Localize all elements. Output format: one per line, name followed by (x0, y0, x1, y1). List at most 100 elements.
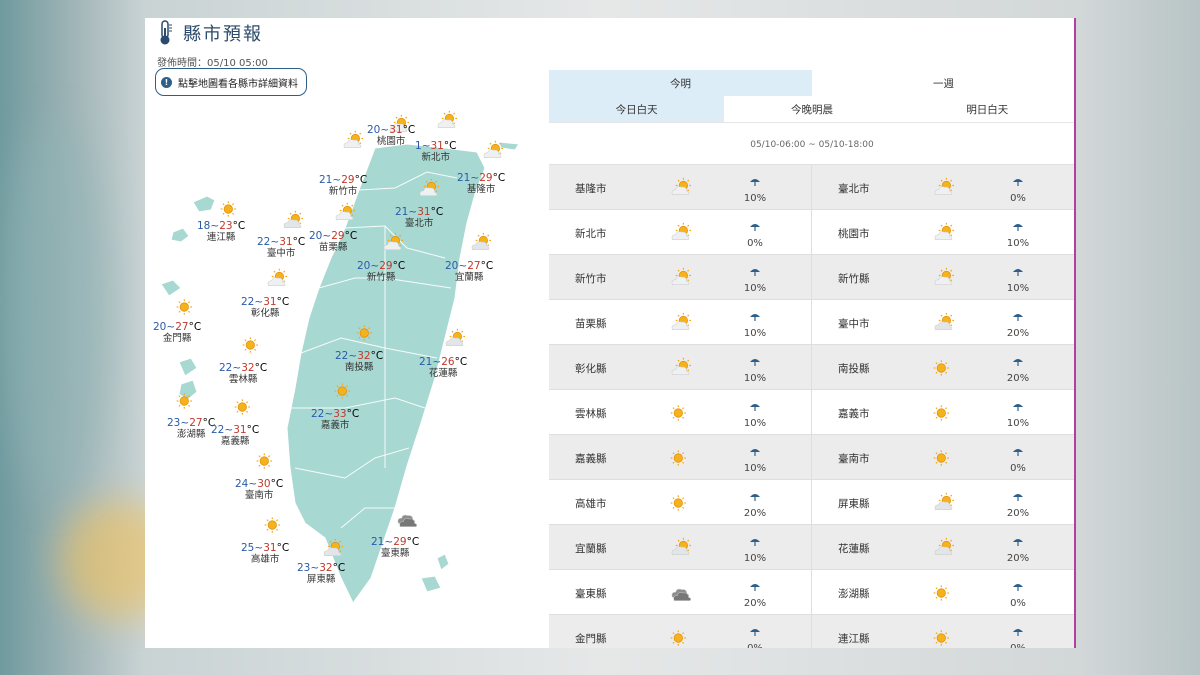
partly-cloudy-icon (932, 267, 954, 293)
tab-today-tomorrow[interactable]: 今明 (549, 70, 812, 96)
temperature-range: 22~31°C (211, 424, 260, 436)
rain-probability: 10% (735, 532, 775, 564)
map-label-1[interactable]: 1~31°C 新北市 (415, 140, 456, 164)
kinmen-islands (160, 279, 182, 297)
rain-probability: 10% (735, 397, 775, 429)
forecast-cell[interactable]: 基隆市 10% (549, 165, 811, 209)
forecast-cell[interactable]: 桃園市 10% (811, 210, 1074, 254)
umbrella-icon (1013, 494, 1023, 501)
umbrella-icon (750, 404, 760, 411)
forecast-cell[interactable]: 臺中市 20% (811, 300, 1074, 344)
city-name: 臺北市 (404, 218, 434, 229)
temperature-range: 25~31°C (241, 542, 290, 554)
forecast-cell[interactable]: 嘉義縣 10% (549, 435, 811, 479)
map-label-17[interactable]: 22~33°C 嘉義市 (311, 408, 359, 432)
forecast-cell[interactable]: 南投縣 20% (811, 345, 1074, 389)
cloudy-icon (669, 582, 691, 608)
forecast-cell[interactable]: 臺南市 0% (811, 435, 1074, 479)
table-row: 基隆市 10% 臺北市 0% (549, 165, 1075, 210)
map-hint-button[interactable]: ! 點擊地圖看各縣市詳細資料 (155, 68, 307, 96)
city-name: 彰化縣 (250, 308, 280, 319)
forecast-cell[interactable]: 新北市 0% (549, 210, 811, 254)
map-label-3[interactable]: 21~29°C 基隆市 (457, 172, 505, 196)
map-label-7[interactable]: 20~29°C 苗栗縣 (309, 230, 357, 254)
umbrella-icon (750, 494, 760, 501)
city-name: 基隆市 (575, 183, 607, 195)
rain-probability: 0% (735, 217, 775, 249)
forecast-cell[interactable]: 高雄市 20% (549, 480, 811, 524)
forecast-cell[interactable]: 雲林縣 10% (549, 390, 811, 434)
thermometer-icon (160, 20, 172, 45)
partly-cloudy-icon (481, 140, 503, 166)
map-label-12[interactable]: 22~32°C 南投縣 (335, 350, 383, 374)
rain-probability: 20% (998, 487, 1038, 519)
map-label-2[interactable]: 21~29°C 新竹市 (319, 174, 367, 198)
forecast-cell[interactable]: 新竹縣 10% (811, 255, 1074, 299)
forecast-cell[interactable]: 金門縣 0% (549, 615, 811, 648)
forecast-cell[interactable]: 臺北市 0% (811, 165, 1074, 209)
sunny-icon (263, 514, 285, 540)
map-label-15[interactable]: 23~27°C 澎湖縣 (167, 417, 215, 441)
map-label-6[interactable]: 22~31°C 臺中市 (257, 236, 305, 260)
city-name: 宜蘭縣 (575, 543, 607, 555)
temperature-range: 21~31°C (395, 206, 444, 218)
umbrella-icon (750, 359, 760, 366)
city-name: 臺南市 (244, 490, 274, 501)
forecast-cell[interactable]: 花蓮縣 20% (811, 525, 1074, 569)
info-icon: ! (161, 76, 172, 88)
rain-probability: 10% (998, 262, 1038, 294)
forecast-cell[interactable]: 新竹市 10% (549, 255, 811, 299)
forecast-cell[interactable]: 澎湖縣 0% (811, 570, 1074, 614)
sunny-icon (669, 447, 691, 473)
city-name: 臺北市 (838, 183, 870, 195)
forecast-cell[interactable]: 臺東縣 20% (549, 570, 811, 614)
panel-edge (1074, 18, 1076, 648)
temperature-range: 20~27°C (445, 260, 494, 272)
sunny-icon (355, 322, 377, 348)
rain-probability: 0% (998, 442, 1038, 474)
map-label-10[interactable]: 22~31°C 彰化縣 (241, 296, 289, 320)
forecast-cell[interactable]: 嘉義市 10% (811, 390, 1074, 434)
tab-tonight[interactable]: 今晚明晨 (724, 96, 899, 122)
rain-probability: 10% (998, 217, 1038, 249)
sunny-icon (932, 627, 954, 648)
table-row: 臺東縣 20% 澎湖縣 0% (549, 570, 1075, 615)
tab-week[interactable]: 一週 (812, 70, 1075, 96)
map-label-14[interactable]: 22~32°C 雲林縣 (219, 362, 267, 386)
partly-cloudy-icon (669, 267, 691, 293)
cloudy-sun-icon (469, 232, 491, 258)
map-label-21[interactable]: 23~32°C 屏東縣 (297, 562, 345, 586)
city-name: 金門縣 (162, 333, 192, 344)
temperature-range: 23~32°C (297, 562, 346, 574)
rain-probability: 20% (735, 577, 775, 609)
map-label-20[interactable]: 21~29°C 臺東縣 (371, 536, 419, 560)
map-label-16[interactable]: 22~31°C 嘉義縣 (211, 424, 259, 448)
map-label-4[interactable]: 21~31°C 臺北市 (395, 206, 443, 230)
partly-cloudy-icon (669, 177, 691, 203)
tab-tomorrow-daytime[interactable]: 明日白天 (900, 96, 1075, 122)
forecast-cell[interactable]: 宜蘭縣 10% (549, 525, 811, 569)
forecast-cell[interactable]: 屏東縣 20% (811, 480, 1074, 524)
forecast-cell[interactable]: 彰化縣 10% (549, 345, 811, 389)
rain-probability: 20% (735, 487, 775, 519)
map-label-18[interactable]: 24~30°C 臺南市 (235, 478, 283, 502)
temperature-range: 21~29°C (319, 174, 368, 186)
temperature-range: 22~31°C (257, 236, 306, 248)
map-label-19[interactable]: 25~31°C 高雄市 (241, 542, 289, 566)
city-name: 新竹縣 (838, 273, 870, 285)
map-label-13[interactable]: 21~26°C 花蓮縣 (419, 356, 467, 380)
issued-time: 發佈時間：05/10 05:00 (157, 58, 268, 69)
map-label-0[interactable]: 20~31°C 桃園市 (367, 124, 415, 148)
rain-probability: 10% (735, 172, 775, 204)
umbrella-icon (1013, 359, 1023, 366)
map-label-8[interactable]: 20~29°C 新竹縣 (357, 260, 405, 284)
forecast-cell[interactable]: 連江縣 0% (811, 615, 1074, 648)
map-label-11[interactable]: 20~27°C 金門縣 (153, 321, 201, 345)
tab-today-daytime[interactable]: 今日白天 (549, 96, 725, 122)
period-tabs: 今明 一週 (549, 70, 1075, 96)
rain-probability: 0% (998, 172, 1038, 204)
map-label-5[interactable]: 18~23°C 連江縣 (197, 220, 245, 244)
forecast-cell[interactable]: 苗栗縣 10% (549, 300, 811, 344)
sunny-icon (932, 357, 954, 383)
map-label-9[interactable]: 20~27°C 宜蘭縣 (445, 260, 493, 284)
